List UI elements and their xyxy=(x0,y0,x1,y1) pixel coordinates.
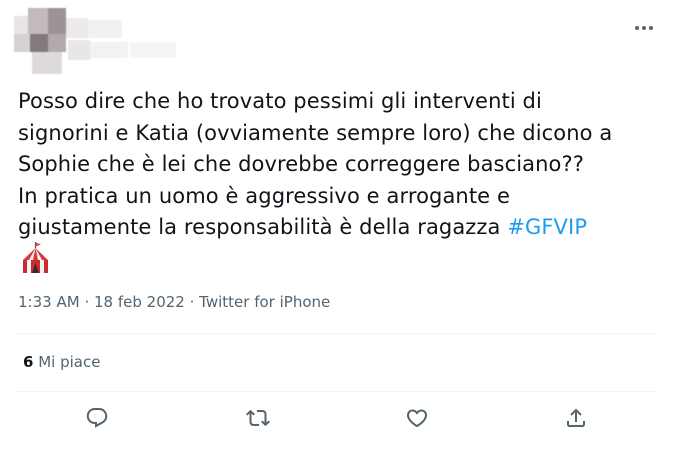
meta-separator: · xyxy=(84,293,90,311)
blurred-author-avatar[interactable] xyxy=(14,8,179,78)
tweet-card: Posso dire che ho trovato pessimi gli in… xyxy=(0,0,677,449)
more-options-button[interactable] xyxy=(629,16,659,40)
heart-icon[interactable] xyxy=(405,406,429,430)
divider xyxy=(18,333,655,334)
circus-tent-icon xyxy=(23,242,48,273)
more-horizontal-icon xyxy=(635,26,653,30)
divider xyxy=(18,391,655,392)
likes-count: 6 xyxy=(23,353,34,371)
tweet-meta: 1:33 AM · 18 feb 2022 · Twitter for iPho… xyxy=(18,293,330,311)
tweet-date[interactable]: 18 feb 2022 xyxy=(94,293,185,311)
tweet-text: Posso dire che ho trovato pessimi gli in… xyxy=(18,86,663,244)
likes-label: Mi piace xyxy=(38,353,101,371)
tweet-source[interactable]: Twitter for iPhone xyxy=(199,293,330,311)
share-icon[interactable] xyxy=(564,406,588,430)
tweet-time[interactable]: 1:33 AM xyxy=(18,293,80,311)
retweet-icon[interactable] xyxy=(246,406,270,430)
hashtag-link[interactable]: #GFVIP xyxy=(507,215,587,239)
reply-icon[interactable] xyxy=(85,406,109,430)
likes-count-link[interactable]: 6 Mi piace xyxy=(23,353,100,371)
meta-separator: · xyxy=(189,293,195,311)
